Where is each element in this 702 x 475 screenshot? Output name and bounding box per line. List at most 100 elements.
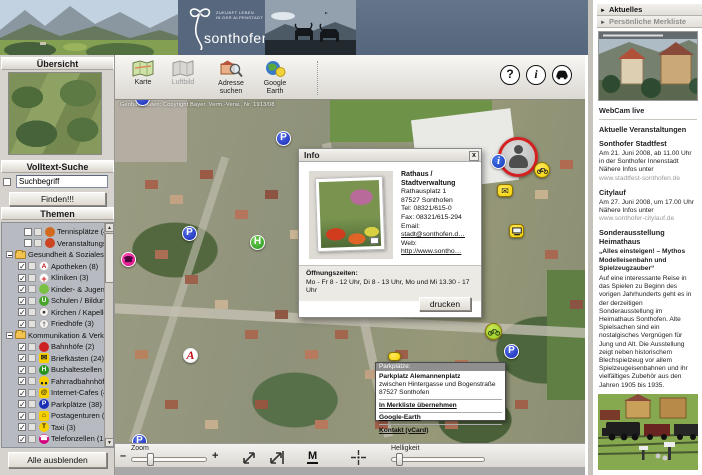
checkbox[interactable]	[18, 308, 26, 316]
webcam-image[interactable]	[598, 31, 698, 101]
center-crosshair-icon[interactable]	[351, 450, 366, 465]
tab-merkliste[interactable]: Persönliche Merkliste	[597, 16, 702, 28]
phone-booth-marker[interactable]: ☎	[121, 252, 136, 267]
checkbox-secondary[interactable]	[28, 354, 36, 362]
checkbox-secondary[interactable]	[28, 377, 36, 385]
brightness-slider-track[interactable]	[391, 457, 485, 462]
collapse-icon[interactable]	[6, 251, 13, 258]
zoom-slider-handle[interactable]	[147, 453, 154, 466]
hide-all-button[interactable]: Alle ausblenden	[8, 452, 107, 468]
checkbox-secondary[interactable]	[28, 308, 36, 316]
checkbox-secondary[interactable]	[28, 343, 36, 351]
mailbox-marker[interactable]: ✉	[497, 184, 513, 197]
checkbox-secondary[interactable]	[28, 320, 36, 328]
add-to-merkliste-link[interactable]: In Merkliste übernehmen	[379, 399, 502, 410]
help-button[interactable]: ?	[500, 65, 520, 85]
parking-marker[interactable]: P	[182, 226, 197, 241]
theme-row-briefkaesten[interactable]: ✉ Briefkästen (24)	[18, 353, 104, 364]
theme-row-veranstaltung[interactable]: Veranstaltungsrä…	[24, 238, 114, 249]
bus-stop-marker[interactable]: H	[250, 235, 265, 250]
scale-button[interactable]: M	[307, 451, 318, 464]
google-earth-link[interactable]: Google-Earth	[379, 412, 502, 423]
checkbox[interactable]	[24, 228, 32, 236]
theme-row-schulen[interactable]: U Schulen / Bildung…	[18, 295, 114, 306]
theme-row-bahnhoefe[interactable]: Bahnhöfe (2)	[18, 341, 94, 352]
route-button[interactable]	[552, 65, 572, 85]
parking-marker[interactable]: P	[276, 131, 291, 146]
checkbox[interactable]	[18, 400, 26, 408]
checkbox-secondary[interactable]	[28, 366, 36, 374]
adresse-suchen-button[interactable]: Adresse suchen	[211, 59, 251, 97]
overview-map-thumbnail[interactable]	[8, 72, 102, 155]
checkbox-secondary[interactable]	[28, 274, 36, 282]
close-icon[interactable]: x	[469, 151, 479, 161]
checkbox[interactable]	[18, 343, 26, 351]
theme-row-kirchen[interactable]: ● Kirchen / Kapellen	[18, 307, 112, 318]
search-option-checkbox[interactable]	[3, 178, 11, 186]
checkbox[interactable]	[18, 274, 26, 282]
checkbox-secondary[interactable]	[34, 228, 42, 236]
event1-link[interactable]: www.stadtfest-sonthofen.de	[599, 175, 680, 182]
checkbox[interactable]	[18, 435, 26, 443]
parking-marker[interactable]: P	[504, 344, 519, 359]
theme-row-friedhoefe[interactable]: † Friedhöfe (3)	[18, 318, 94, 329]
enlarge-icon[interactable]	[370, 237, 379, 244]
taxi-marker[interactable]	[388, 352, 401, 361]
checkbox-secondary[interactable]	[28, 423, 36, 431]
checkbox[interactable]	[18, 412, 26, 420]
theme-row-telefonzellen[interactable]: ☎ Telefonzellen (19)	[18, 433, 110, 444]
checkbox[interactable]	[18, 366, 26, 374]
google-earth-button[interactable]: Google Earth	[255, 59, 295, 97]
theme-row-postagenturen[interactable]: ⌂ Postagenturen (2)	[18, 410, 111, 421]
scroll-up-icon[interactable]: ▲	[105, 223, 114, 232]
poi-web-link[interactable]: http://www.sontho…	[401, 248, 461, 255]
checkbox-secondary[interactable]	[28, 262, 36, 270]
theme-row-taxi[interactable]: T Taxi (3)	[18, 422, 76, 433]
bike-station-marker[interactable]	[534, 162, 550, 178]
checkbox-secondary[interactable]	[28, 400, 36, 408]
find-button[interactable]: Finden!!!	[9, 192, 106, 206]
checkbox[interactable]	[18, 285, 26, 293]
info-marker[interactable]: i	[491, 154, 506, 169]
checkbox[interactable]	[18, 423, 26, 431]
checkbox[interactable]	[18, 377, 26, 385]
checkbox[interactable]	[18, 320, 26, 328]
theme-row-kliniken[interactable]: + Kliniken (3)	[18, 272, 89, 283]
theme-folder-kommunikation[interactable]: Kommunikation & Verkehr	[5, 330, 114, 341]
checkbox-secondary[interactable]	[28, 412, 36, 420]
map-canvas[interactable]: Geobasisdaten: Copyright Bayer. Verm.-Ve…	[115, 100, 585, 443]
collapse-icon[interactable]	[6, 332, 13, 339]
luftbild-button[interactable]: Luftbild	[163, 59, 203, 97]
vcard-link[interactable]: Kontakt (vCard)	[379, 424, 502, 435]
checkbox-secondary[interactable]	[28, 297, 36, 305]
checkbox[interactable]	[18, 262, 26, 270]
info-button[interactable]: i	[526, 65, 546, 85]
checkbox[interactable]	[18, 389, 26, 397]
scroll-thumb[interactable]	[105, 233, 114, 283]
poi-email-link[interactable]: stadt@sonthofen.d…	[401, 231, 465, 238]
tree-scrollbar[interactable]: ▲ ▼	[104, 223, 113, 447]
tab-aktuelles[interactable]: Aktuelles	[597, 4, 702, 16]
playground-bike-marker[interactable]	[485, 323, 502, 340]
checkbox-secondary[interactable]	[28, 285, 36, 293]
theme-row-parkplaetze[interactable]: P Parkplätze (38)	[18, 399, 102, 410]
scroll-down-icon[interactable]: ▼	[105, 438, 114, 447]
theme-row-kinder[interactable]: Kinder- & Jugende…	[18, 284, 114, 295]
brightness-slider-handle[interactable]	[396, 453, 403, 466]
internet-cafe-marker[interactable]	[509, 224, 524, 238]
pharmacy-marker[interactable]: A	[183, 348, 198, 363]
zoom-slider-track[interactable]	[131, 457, 207, 462]
theme-row-internet[interactable]: @ Internet-Cafes (4…	[18, 387, 114, 398]
theme-row-fahrrad[interactable]: Fahrradbahnhöfe (…	[18, 376, 114, 387]
search-input[interactable]	[16, 175, 108, 188]
theme-row-bushaltestellen[interactable]: H Bushaltestellen (5…	[18, 364, 114, 375]
checkbox[interactable]	[18, 354, 26, 362]
theme-row-tennis[interactable]: Tennisplätze (4)	[24, 226, 110, 237]
checkbox[interactable]	[18, 297, 26, 305]
print-button[interactable]: drucken	[419, 297, 471, 311]
theme-row-apotheken[interactable]: A Apotheken (8)	[18, 261, 98, 272]
checkbox[interactable]	[24, 239, 32, 247]
checkbox-secondary[interactable]	[28, 435, 36, 443]
karte-button[interactable]: Karte	[123, 59, 163, 97]
event2-link[interactable]: www.sonthofer-citylauf.de	[599, 215, 674, 222]
